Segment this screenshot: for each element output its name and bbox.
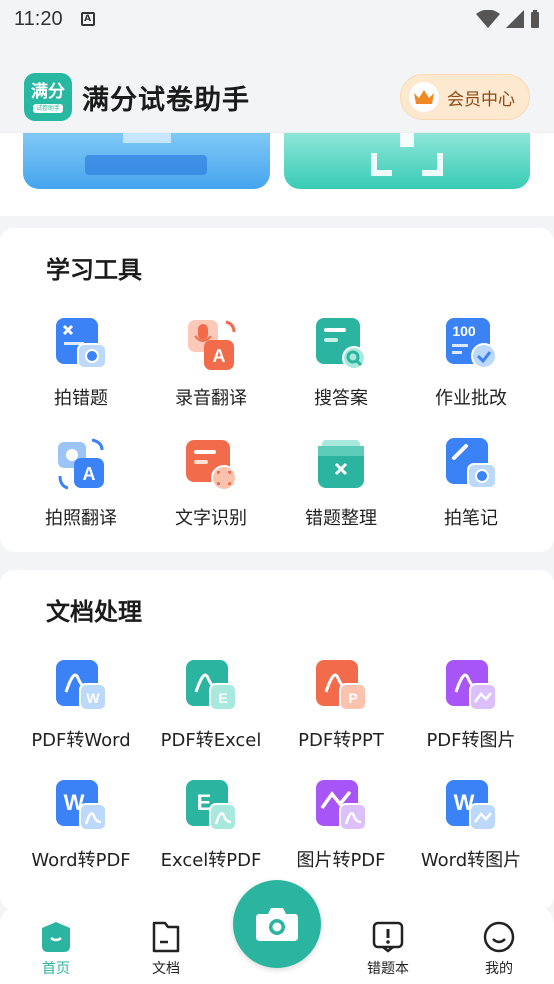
svg-text:W: W <box>86 690 100 706</box>
record-translate-icon: A <box>182 316 240 374</box>
image-to-pdf-icon <box>312 778 370 836</box>
mistake-book-icon <box>372 921 404 953</box>
nav-label: 错题本 <box>367 961 409 977</box>
battery-icon <box>531 10 539 28</box>
study-tools-title: 学习工具 <box>46 256 142 284</box>
doc-tools-grid: W PDF转Word E PDF转Excel P PDF转PPT PDF转图片 … <box>16 658 536 898</box>
app-header: 满分 试卷助手 满分试卷助手 会员中心 <box>0 62 554 132</box>
excel-to-pdf-icon: E <box>182 778 240 836</box>
tool-label: Word转PDF <box>31 850 131 871</box>
tool-photo-note[interactable]: 拍笔记 <box>406 436 536 556</box>
camera-icon <box>256 908 298 941</box>
wifi-icon <box>476 10 500 28</box>
tool-search-answer[interactable]: 搜答案 <box>276 316 406 436</box>
camera-button[interactable] <box>233 880 321 968</box>
tool-homework-check[interactable]: 100 作业批改 <box>406 316 536 436</box>
crown-icon <box>409 82 439 112</box>
tool-record-translate[interactable]: A 录音翻译 <box>146 316 276 436</box>
word-to-pdf-icon: W <box>52 778 110 836</box>
banner-card-capture[interactable] <box>284 133 530 189</box>
nav-label: 我的 <box>485 961 513 977</box>
word-to-image-icon: W <box>442 778 500 836</box>
tool-photo-mistake[interactable]: 拍错题 <box>16 316 146 436</box>
pdf-to-excel-icon: E <box>182 658 240 716</box>
tool-label: 图片转PDF <box>296 850 386 871</box>
doc-tools-section: 文档处理 W PDF转Word E PDF转Excel P PDF转PPT PD… <box>0 570 554 910</box>
vip-center-label: 会员中心 <box>447 89 515 110</box>
tool-label: 文字识别 <box>175 508 247 529</box>
home-icon <box>42 922 70 952</box>
tool-label: PDF转图片 <box>426 730 516 751</box>
tool-mistake-organize[interactable]: 错题整理 <box>276 436 406 556</box>
tool-label: 搜答案 <box>314 388 368 409</box>
photo-mistake-icon <box>52 316 110 374</box>
status-time: 11:20 <box>14 7 63 30</box>
mistake-organize-icon <box>312 436 370 494</box>
nav-document[interactable]: 文档 <box>126 920 206 978</box>
text-recognition-icon <box>182 436 240 494</box>
tool-photo-translate[interactable]: A 拍照翻译 <box>16 436 146 556</box>
search-answer-icon <box>312 316 370 374</box>
tool-pdf-to-image[interactable]: PDF转图片 <box>406 658 536 778</box>
nav-mistake-book[interactable]: 错题本 <box>348 920 428 978</box>
nav-profile[interactable]: 我的 <box>459 920 539 978</box>
tool-image-to-pdf[interactable]: 图片转PDF <box>276 778 406 898</box>
tool-label: Word转图片 <box>420 850 522 871</box>
doc-tools-title: 文档处理 <box>46 598 142 626</box>
tool-label: 作业批改 <box>435 388 507 409</box>
tool-label: 错题整理 <box>305 508 377 529</box>
pdf-to-image-icon <box>442 658 500 716</box>
tool-label: 录音翻译 <box>175 388 247 409</box>
svg-text:P: P <box>348 690 357 706</box>
logo-text: 满分 <box>31 81 65 102</box>
study-tools-grid: 拍错题 A 录音翻译 搜答案 100 作业批改 A 拍照翻译 文字识别 错题整理… <box>16 316 536 556</box>
tool-label: PDF转Word <box>31 730 131 751</box>
document-icon <box>152 921 180 953</box>
tool-label: Excel转PDF <box>160 850 262 871</box>
vip-center-button[interactable]: 会员中心 <box>400 74 530 120</box>
photo-note-icon <box>442 436 500 494</box>
logo-subtext: 试卷助手 <box>32 103 63 113</box>
tool-word-to-image[interactable]: W Word转图片 <box>406 778 536 898</box>
tool-excel-to-pdf[interactable]: E Excel转PDF <box>146 778 276 898</box>
svg-text:100: 100 <box>452 323 476 339</box>
app-logo: 满分 试卷助手 <box>24 73 72 121</box>
svg-text:E: E <box>218 690 227 706</box>
study-tools-section: 学习工具 拍错题 A 录音翻译 搜答案 100 作业批改 A 拍照翻译 文字识别… <box>0 228 554 552</box>
feature-banner <box>0 132 554 216</box>
homework-check-icon: 100 <box>442 316 500 374</box>
svg-text:A: A <box>83 464 96 484</box>
tool-word-to-pdf[interactable]: W Word转PDF <box>16 778 146 898</box>
tool-pdf-to-excel[interactable]: E PDF转Excel <box>146 658 276 778</box>
app-title: 满分试卷助手 <box>82 84 250 116</box>
status-bar: 11:20 A <box>0 0 554 38</box>
tool-text-recognition[interactable]: 文字识别 <box>146 436 276 556</box>
banner-card-scan[interactable] <box>23 133 270 189</box>
signal-icon <box>506 10 524 28</box>
tool-label: 拍笔记 <box>444 508 498 529</box>
profile-icon <box>483 921 515 953</box>
photo-translate-icon: A <box>52 436 110 494</box>
tool-label: 拍错题 <box>54 388 108 409</box>
pdf-to-word-icon: W <box>52 658 110 716</box>
nav-home[interactable]: 首页 <box>16 920 96 978</box>
tool-pdf-to-word[interactable]: W PDF转Word <box>16 658 146 778</box>
tool-pdf-to-ppt[interactable]: P PDF转PPT <box>276 658 406 778</box>
notification-icon: A <box>80 12 95 26</box>
nav-label: 文档 <box>152 961 180 977</box>
nav-label: 首页 <box>42 961 70 977</box>
pdf-to-ppt-icon: P <box>312 658 370 716</box>
svg-text:A: A <box>213 346 226 366</box>
tool-label: 拍照翻译 <box>45 508 117 529</box>
tool-label: PDF转PPT <box>298 730 384 751</box>
tool-label: PDF转Excel <box>160 730 262 751</box>
